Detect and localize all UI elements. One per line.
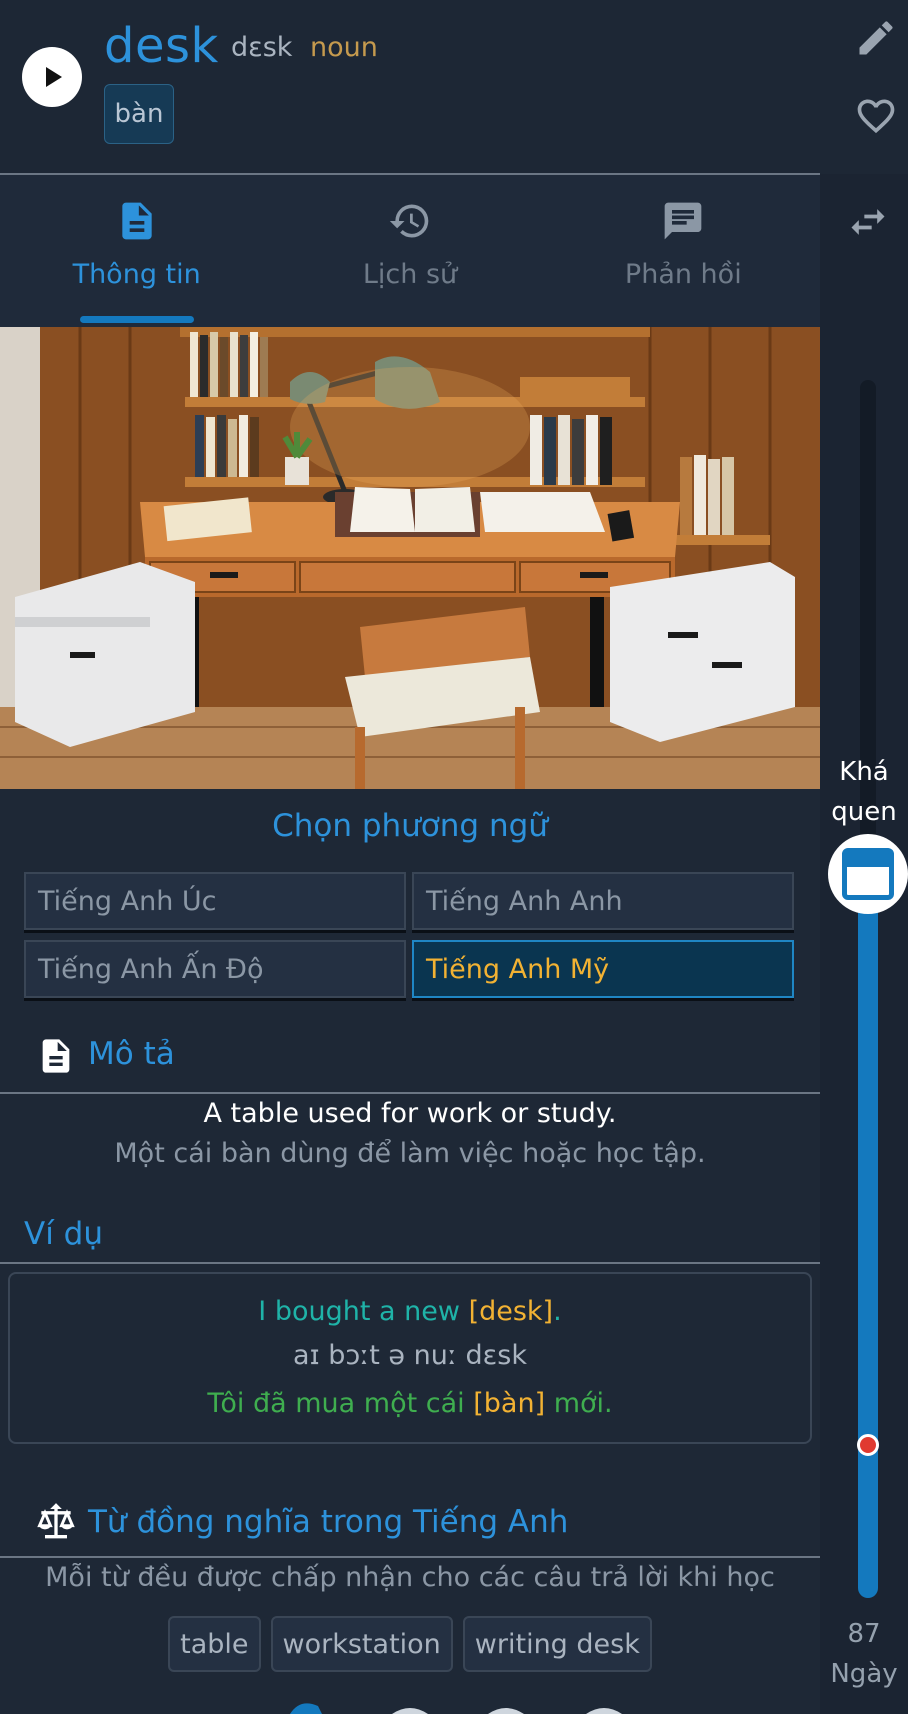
tab-feedback-label: Phản hồi (624, 259, 742, 290)
tab-info-label: Thông tin (72, 259, 201, 290)
synonym-chips: table workstation writing desk (0, 1616, 820, 1672)
example-vietnamese: Tôi đã mua một cái [bàn] mới. (10, 1388, 810, 1419)
play-audio-button[interactable] (22, 47, 82, 107)
examples-header: Ví dụ (0, 1206, 820, 1264)
days-value: 87 (847, 1619, 881, 1649)
swap-icon[interactable] (846, 200, 890, 244)
example-ipa: aɪ bɔːt ə nuː dɛsk (293, 1340, 527, 1371)
scale-icon (37, 1503, 75, 1539)
synonym-chip[interactable]: writing desk (462, 1616, 652, 1672)
pronunciation: dɛsk (231, 32, 293, 63)
example-vi-highlight: [bàn] (473, 1388, 546, 1419)
review-marker (857, 1434, 879, 1456)
level-line-2: quen (831, 797, 897, 827)
level-line-1: Khá (839, 757, 889, 787)
tab-history-label: Lịch sử (362, 259, 458, 290)
tab-history[interactable]: Lịch sử (273, 175, 546, 327)
edit-icon[interactable] (854, 16, 898, 60)
bottom-icons-partial (290, 1703, 622, 1714)
example-en-text: I bought a new (258, 1296, 469, 1327)
synonym-chip[interactable]: workstation (270, 1616, 453, 1672)
desk-illustration (0, 327, 820, 789)
dialect-title: Chọn phương ngữ (272, 808, 548, 844)
tab-info[interactable]: Thông tin (0, 175, 273, 327)
headword: desk (104, 18, 219, 74)
document-icon (121, 202, 152, 240)
history-icon (389, 204, 429, 238)
description-title: Mô tả (88, 1036, 175, 1072)
example-en-end: . (553, 1296, 562, 1327)
slider-track-filled (858, 878, 878, 1598)
example-vi-end: mới. (545, 1388, 613, 1419)
dialect-option-australian[interactable]: Tiếng Anh Úc (24, 872, 406, 930)
play-icon (46, 67, 62, 87)
familiarity-slider-thumb[interactable] (828, 834, 908, 914)
level-icon (842, 848, 894, 900)
feedback-icon (664, 202, 702, 240)
description-header: Mô tả (0, 1030, 820, 1094)
days-unit: Ngày (830, 1659, 898, 1689)
dialect-option-british[interactable]: Tiếng Anh Anh (412, 872, 794, 930)
tab-bar: Thông tin Lịch sử Phản hồi (0, 175, 820, 327)
synonym-chip[interactable]: table (168, 1616, 261, 1672)
example-vi-text: Tôi đã mua một cái (207, 1388, 474, 1419)
description-english: A table used for work or study. (203, 1098, 617, 1129)
heart-icon[interactable] (854, 94, 898, 138)
examples-title: Ví dụ (24, 1216, 103, 1252)
familiarity-level-label: Khá quen (820, 752, 908, 832)
synonyms-header: Từ đồng nghĩa trong Tiếng Anh (0, 1490, 820, 1558)
part-of-speech: noun (310, 32, 378, 63)
synonyms-title: Từ đồng nghĩa trong Tiếng Anh (88, 1504, 569, 1540)
active-tab-indicator (80, 316, 194, 323)
dialect-option-indian[interactable]: Tiếng Anh Ấn Độ (24, 940, 406, 998)
example-card: I bought a new [desk]. aɪ bɔːt ə nuː dɛs… (8, 1272, 812, 1444)
document-icon (42, 1039, 70, 1073)
tab-feedback[interactable]: Phản hồi (547, 175, 820, 327)
example-english: I bought a new [desk]. (10, 1296, 810, 1327)
synonyms-note: Mỗi từ đều được chấp nhận cho các câu tr… (45, 1562, 775, 1593)
word-header: desk dɛsk noun bàn (0, 0, 908, 174)
dialect-option-american[interactable]: Tiếng Anh Mỹ (412, 940, 794, 998)
word-illustration (0, 327, 820, 789)
description-vietnamese: Một cái bàn dùng để làm việc hoặc học tậ… (114, 1138, 706, 1169)
example-en-highlight: [desk] (468, 1296, 554, 1327)
days-label: 87 Ngày (820, 1614, 908, 1694)
translation-chip: bàn (104, 84, 174, 144)
